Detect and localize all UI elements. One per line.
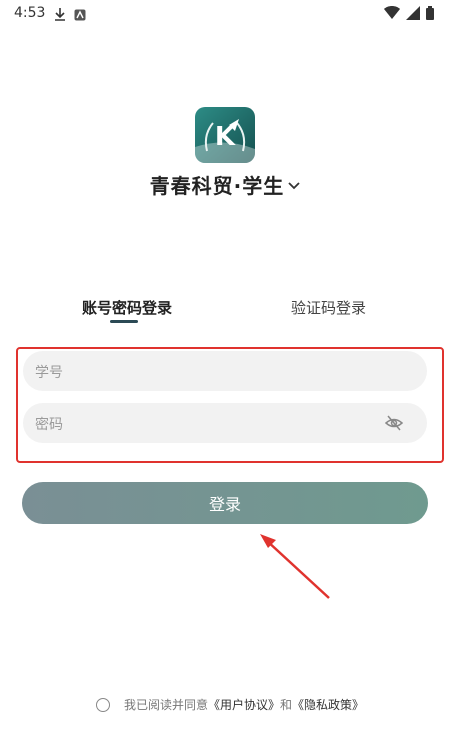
password-placeholder: 密码 <box>35 417 63 433</box>
agreement-checkbox[interactable] <box>96 697 110 712</box>
status-bar: 4:53 <box>0 0 450 26</box>
arrow-annotation <box>254 530 334 606</box>
user-agreement-link[interactable]: 《用户协议》 <box>208 696 280 713</box>
chevron-down-icon <box>288 175 300 194</box>
app-logo: K <box>195 107 255 163</box>
agreement-row: 我已阅读并同意 《用户协议》 和 《隐私政策》 <box>96 696 436 713</box>
agreement-prefix: 我已阅读并同意 <box>124 698 209 712</box>
agreement-and: 和 <box>280 698 293 712</box>
notification-icon <box>74 6 86 25</box>
signal-icon <box>406 5 420 24</box>
tab-verification-code[interactable]: 验证码登录 <box>291 297 366 318</box>
tab-active-indicator <box>110 320 138 323</box>
wifi-icon <box>384 5 400 24</box>
tab-account-password[interactable]: 账号密码登录 <box>82 297 172 318</box>
status-time: 4:53 <box>14 5 46 21</box>
password-field[interactable]: 密码 <box>23 403 427 443</box>
login-button[interactable]: 登录 <box>22 482 428 524</box>
privacy-policy-link[interactable]: 《隐私政策》 <box>292 696 364 713</box>
student-id-placeholder: 学号 <box>35 365 63 381</box>
eye-off-icon[interactable] <box>384 415 404 435</box>
student-id-field[interactable]: 学号 <box>23 351 427 391</box>
battery-icon <box>426 5 434 24</box>
app-title: 青春科贸·学生 <box>149 174 285 198</box>
download-icon <box>54 6 66 25</box>
app-switcher[interactable]: 青春科贸·学生 <box>0 170 450 199</box>
